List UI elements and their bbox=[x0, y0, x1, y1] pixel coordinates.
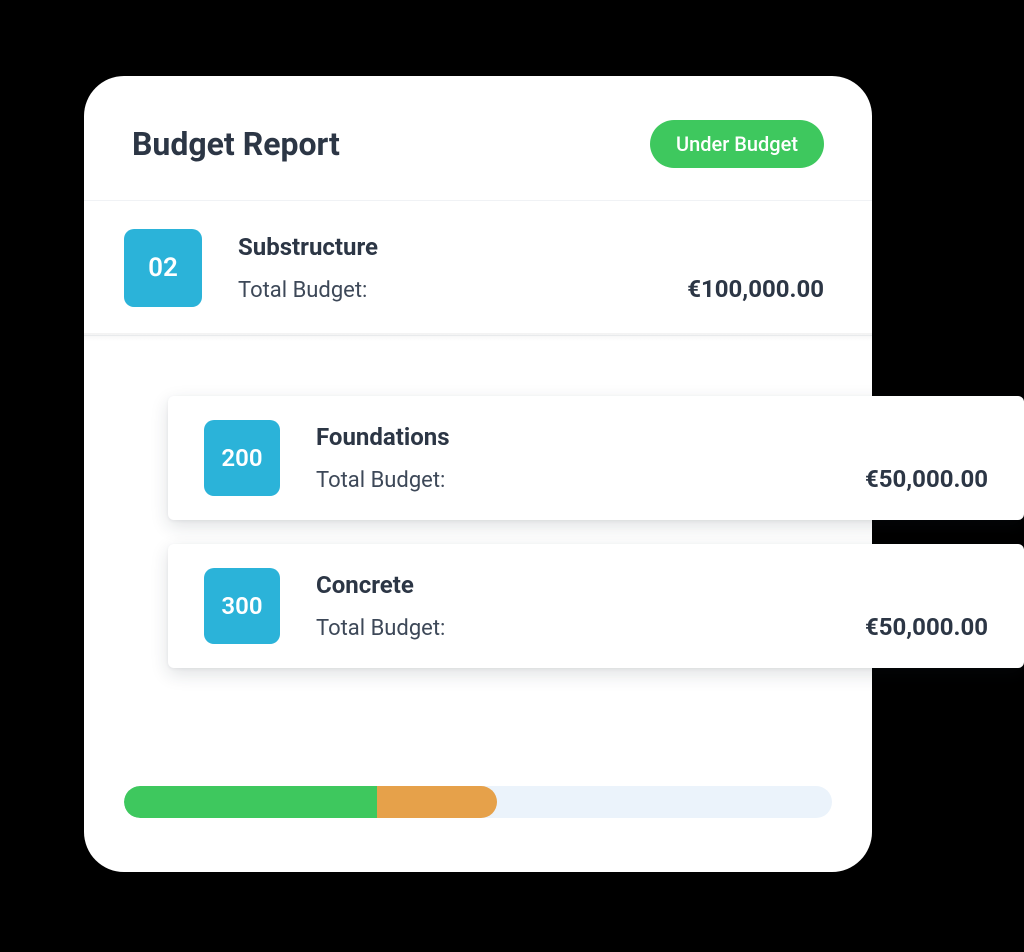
section-code-box: 02 bbox=[124, 229, 202, 307]
budget-row: Total Budget: €100,000.00 bbox=[238, 275, 824, 303]
subitem-budget-label: Total Budget: bbox=[316, 468, 445, 493]
progress-segment-green bbox=[124, 786, 393, 818]
subitem-budget-label: Total Budget: bbox=[316, 616, 445, 641]
card-header: Budget Report Under Budget bbox=[84, 76, 872, 201]
subitem-budget-row: Total Budget: €50,000.00 bbox=[316, 465, 988, 493]
subitem-body: Concrete Total Budget: €50,000.00 bbox=[316, 571, 988, 641]
subitem-code-box: 200 bbox=[204, 420, 280, 496]
subitem-budget-row: Total Budget: €50,000.00 bbox=[316, 613, 988, 641]
section-body: Substructure Total Budget: €100,000.00 bbox=[238, 233, 824, 303]
budget-section[interactable]: 02 Substructure Total Budget: €100,000.0… bbox=[84, 201, 872, 336]
subitem-name: Concrete bbox=[316, 571, 988, 599]
progress-bar bbox=[124, 786, 832, 818]
budget-value: €100,000.00 bbox=[687, 275, 824, 303]
section-code: 02 bbox=[148, 253, 178, 283]
progress-segment-orange bbox=[377, 786, 497, 818]
subitem-code: 200 bbox=[221, 444, 262, 472]
subitem-name: Foundations bbox=[316, 423, 988, 451]
budget-label: Total Budget: bbox=[238, 278, 367, 303]
page-title: Budget Report bbox=[132, 125, 340, 163]
section-name: Substructure bbox=[238, 233, 824, 261]
subitem-budget-value: €50,000.00 bbox=[865, 613, 988, 641]
list-item[interactable]: 300 Concrete Total Budget: €50,000.00 bbox=[168, 544, 1024, 668]
subitem-code-box: 300 bbox=[204, 568, 280, 644]
subitem-budget-value: €50,000.00 bbox=[865, 465, 988, 493]
subitem-code: 300 bbox=[221, 592, 262, 620]
list-item[interactable]: 200 Foundations Total Budget: €50,000.00 bbox=[168, 396, 1024, 520]
status-badge: Under Budget bbox=[650, 120, 824, 168]
subitem-body: Foundations Total Budget: €50,000.00 bbox=[316, 423, 988, 493]
sub-items-list: 200 Foundations Total Budget: €50,000.00… bbox=[168, 396, 1024, 692]
